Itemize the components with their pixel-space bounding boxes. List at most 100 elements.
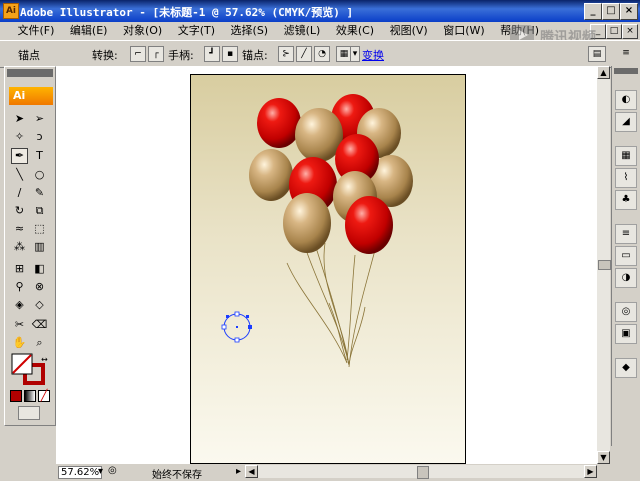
type-tool-icon[interactable]: T xyxy=(31,148,48,164)
pen-tool-icon[interactable]: ✒ xyxy=(11,148,28,164)
connect-path-icon[interactable]: ╱ xyxy=(296,46,312,62)
symbol-sprayer-tool-icon[interactable]: ⁂ xyxy=(11,239,28,255)
live-paint-tool-icon[interactable]: ◈ xyxy=(11,297,28,313)
screen-mode-icon[interactable] xyxy=(18,406,40,420)
options-menu-icon[interactable]: ≡ xyxy=(620,46,632,60)
paintbrush-tool-icon[interactable]: ∕ xyxy=(11,185,28,201)
doc-restore-button[interactable]: □ xyxy=(606,24,622,39)
status-icon: ◎ xyxy=(108,465,117,476)
gradient-tool-icon[interactable]: ◧ xyxy=(31,261,48,277)
color-mode-icon[interactable] xyxy=(10,390,22,402)
menu-select[interactable]: 选择(S) xyxy=(225,22,275,40)
balloon-gold xyxy=(283,193,331,253)
live-paint-selection-tool-icon[interactable]: ◇ xyxy=(31,297,48,313)
maximize-button[interactable]: □ xyxy=(602,3,620,20)
zoom-level[interactable]: 57.62% xyxy=(58,466,103,479)
menu-type[interactable]: 文字(T) xyxy=(172,22,221,40)
balloon-red xyxy=(257,98,301,148)
minimize-button[interactable]: _ xyxy=(584,3,602,20)
color-panel-icon[interactable]: ◐ xyxy=(615,90,637,110)
horizontal-scrollbar[interactable]: ◀ ▶ xyxy=(245,465,597,479)
transform-link[interactable]: 变换 xyxy=(362,47,384,63)
lasso-tool-icon[interactable]: ↄ xyxy=(31,129,48,145)
fill-stroke-swatch[interactable]: ↔ xyxy=(11,353,51,391)
layers-panel-icon[interactable]: ◆ xyxy=(615,358,637,378)
selected-circle-path[interactable] xyxy=(221,311,252,343)
menu-help[interactable]: 帮助(H) xyxy=(494,22,545,40)
scroll-thumb[interactable] xyxy=(598,260,611,270)
swatch-library-panel-icon[interactable]: ▦ xyxy=(615,146,637,166)
menu-file[interactable]: 文件(F) xyxy=(12,22,61,40)
menu-window[interactable]: 窗口(W) xyxy=(437,22,490,40)
doc-close-button[interactable]: × xyxy=(622,24,638,39)
none-mode-icon[interactable]: ╱ xyxy=(38,390,50,402)
rotate-tool-icon[interactable]: ↻ xyxy=(11,203,28,219)
panel-dock: ◐ ◢ ▦ ⌇ ♣ ≡ ▭ ◑ ◎ ▣ ◆ xyxy=(611,66,640,446)
gradient-panel-icon[interactable]: ▭ xyxy=(615,246,637,266)
slice-tool-icon[interactable]: ✂ xyxy=(11,317,28,333)
menu-object[interactable]: 对象(O) xyxy=(117,22,168,40)
menu-effect[interactable]: 效果(C) xyxy=(330,22,380,40)
blend-tool-icon[interactable]: ⊗ xyxy=(31,279,48,295)
free-transform-tool-icon[interactable]: ⬚ xyxy=(31,221,48,237)
stroke-panel-icon[interactable]: ≡ xyxy=(615,224,637,244)
doc-minimize-button[interactable]: _ xyxy=(590,24,606,39)
zoom-tool-icon[interactable]: ⌕ xyxy=(31,335,48,351)
mesh-tool-icon[interactable]: ⊞ xyxy=(11,261,28,277)
pencil-tool-icon[interactable]: ✎ xyxy=(31,185,48,201)
align-chevron-icon[interactable]: ▾ xyxy=(350,46,360,62)
direct-selection-tool-icon[interactable]: ➢ xyxy=(31,111,48,127)
warp-tool-icon[interactable]: ≈ xyxy=(11,221,28,237)
ellipse-tool-icon[interactable]: ○ xyxy=(31,167,48,183)
hide-handles-icon[interactable]: ▪ xyxy=(222,46,238,62)
menu-edit[interactable]: 编辑(E) xyxy=(64,22,114,40)
eraser-tool-icon[interactable]: ⌫ xyxy=(31,317,48,333)
zoom-dropdown-icon[interactable]: ▾ xyxy=(98,466,103,477)
window-title: Adobe Illustrator - [未标题-1 @ 57.62% (CMY… xyxy=(20,6,354,19)
magic-wand-tool-icon[interactable]: ✧ xyxy=(11,129,28,145)
graphic-styles-panel-icon[interactable]: ▣ xyxy=(615,324,637,344)
scroll-up-icon[interactable]: ▲ xyxy=(597,66,610,79)
panel-menu-icon[interactable]: ▤ xyxy=(588,46,606,62)
brushes-panel-icon[interactable]: ⌇ xyxy=(615,168,637,188)
transparency-panel-icon[interactable]: ◑ xyxy=(615,268,637,288)
scroll-down-icon[interactable]: ▼ xyxy=(597,451,610,464)
toolbox: Ai ➤ ➢ ✧ ↄ ✒ T ╲ ○ ∕ ✎ ↻ ⧉ ≈ ⬚ ⁂ ▥ ⊞ ◧ ⚲… xyxy=(4,66,56,426)
status-text[interactable]: 始终不保存 xyxy=(152,466,202,481)
appearance-panel-icon[interactable]: ◎ xyxy=(615,302,637,322)
symbols-panel-icon[interactable]: ♣ xyxy=(615,190,637,210)
menu-view[interactable]: 视图(V) xyxy=(384,22,434,40)
dock-grip[interactable] xyxy=(614,68,638,74)
scroll-left-icon[interactable]: ◀ xyxy=(245,465,258,478)
show-handles-icon[interactable]: ┛ xyxy=(204,46,220,62)
status-menu-icon[interactable]: ▸ xyxy=(236,466,241,477)
convert-smooth-icon[interactable]: ┌ xyxy=(148,46,164,62)
convert-corner-icon[interactable]: ⌐ xyxy=(130,46,146,62)
scale-tool-icon[interactable]: ⧉ xyxy=(31,203,48,219)
toolbox-grip[interactable] xyxy=(7,69,53,77)
vertical-scrollbar[interactable]: ▲ ▼ xyxy=(597,66,611,464)
remove-anchor-icon[interactable]: ⊱ xyxy=(278,46,294,62)
cut-path-icon[interactable]: ◔ xyxy=(314,46,330,62)
ai-logo: Ai xyxy=(9,87,53,105)
app-icon: Ai xyxy=(3,3,19,19)
selection-tool-icon[interactable]: ➤ xyxy=(11,111,28,127)
scroll-right-icon[interactable]: ▶ xyxy=(584,465,597,478)
menu-filter[interactable]: 滤镜(L) xyxy=(278,22,327,40)
hscroll-thumb[interactable] xyxy=(417,466,429,479)
artboard[interactable] xyxy=(190,74,466,464)
control-bar: 锚点 转换: ⌐ ┌ 手柄: ┛ ▪ 锚点: ⊱ ╱ ◔ ▦ ▾ 变换 ▤ ≡ xyxy=(0,40,640,68)
swatches-panel-icon[interactable]: ◢ xyxy=(615,112,637,132)
handles-label: 手柄: xyxy=(168,49,194,62)
svg-text:↔: ↔ xyxy=(41,355,48,364)
line-tool-icon[interactable]: ╲ xyxy=(11,167,28,183)
column-graph-tool-icon[interactable]: ▥ xyxy=(31,239,48,255)
anchor-label: 锚点 xyxy=(18,49,40,62)
eyedropper-tool-icon[interactable]: ⚲ xyxy=(11,279,28,295)
convert-label: 转换: xyxy=(92,49,118,62)
status-bar: 57.62% ▾ ◎ 始终不保存 ▸ xyxy=(56,465,245,481)
gradient-mode-icon[interactable] xyxy=(24,390,36,402)
close-button[interactable]: × xyxy=(620,3,638,20)
hand-tool-icon[interactable]: ✋ xyxy=(11,335,28,351)
balloon-artwork xyxy=(221,94,413,368)
